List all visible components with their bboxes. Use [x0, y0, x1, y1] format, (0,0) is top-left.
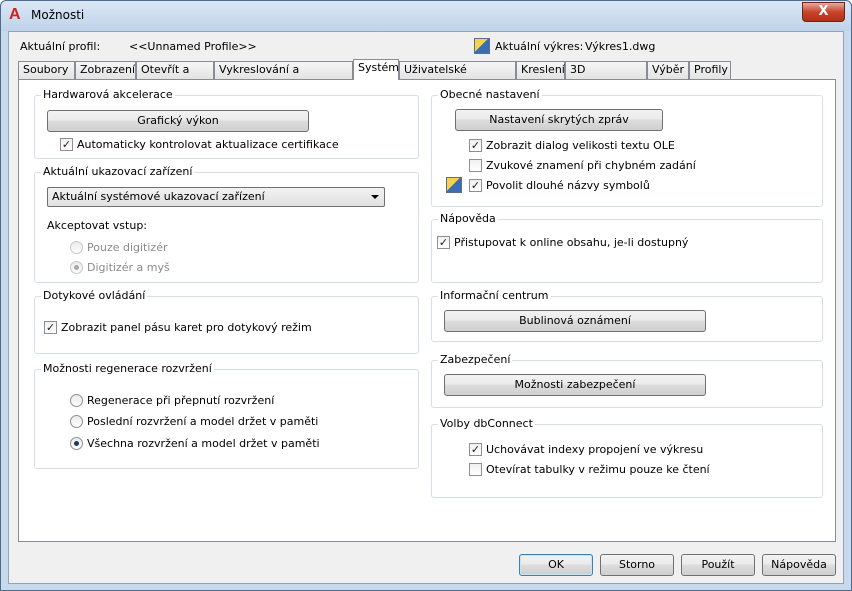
digitizer-only-radio[interactable] [70, 241, 83, 254]
security-title: Zabezpečení [438, 353, 513, 366]
store-link-index-checkbox[interactable]: ✓ [469, 443, 482, 456]
help-button[interactable]: Nápověda [762, 554, 836, 576]
touch-mode-group: Dotykové ovládání ✓ Zobrazit panel pásu … [34, 289, 419, 354]
tab-3d-modeling[interactable]: 3D modelování [565, 61, 647, 92]
balloon-notifications-button[interactable]: Bublinová oznámení [444, 310, 706, 332]
tab-plot-publish[interactable]: Vykreslování a publikování [214, 61, 353, 92]
cache-last-layout-label: Poslední rozvržení a model držet v pamět… [87, 415, 319, 428]
auto-check-certification-label: Automaticky kontrolovat aktualizace cert… [77, 138, 339, 151]
ole-text-size-label: Zobrazit dialog velikosti textu OLE [486, 139, 675, 152]
current-drawing-value: Výkres1.dwg [585, 40, 656, 53]
touch-ribbon-label: Zobrazit panel pásu karet pro dotykový r… [61, 321, 312, 334]
ole-text-size-checkbox[interactable]: ✓ [469, 139, 482, 152]
cancel-button[interactable]: Storno [600, 554, 674, 576]
graphics-performance-button[interactable]: Grafický výkon [47, 110, 309, 132]
info-center-title: Informační centrum [438, 289, 551, 302]
regen-on-switch-radio[interactable] [70, 394, 83, 407]
digitizer-only-label: Pouze digitizér [87, 241, 168, 254]
hardware-acceleration-title: Hardwarová akcelerace [41, 88, 175, 101]
info-center-group: Informační centrum Bublinová oznámení [431, 289, 823, 342]
tab-files[interactable]: Soubory [18, 61, 75, 79]
beep-on-error-label: Zvukové znamení při chybném zadání [486, 159, 696, 172]
store-link-index-label: Uchovávat indexy propojení ve výkresu [486, 443, 704, 456]
long-symbol-names-label: Povolit dlouhé názvy symbolů [486, 179, 650, 192]
apply-button[interactable]: Použít [681, 554, 755, 576]
tab-display[interactable]: Zobrazení [75, 61, 136, 79]
tab-drafting[interactable]: Kreslení [516, 61, 565, 79]
current-profile-value: <<Unnamed Profile>> [129, 40, 257, 53]
auto-check-certification-checkbox[interactable]: ✓ [60, 138, 73, 151]
online-help-checkbox[interactable]: ✓ [437, 236, 450, 249]
read-only-tables-label: Otevírat tabulky v režimu pouze ke čtení [486, 463, 710, 476]
beep-on-error-checkbox[interactable] [469, 159, 482, 172]
chevron-down-icon [371, 195, 379, 199]
help-group: Nápověda ✓ Přistupovat k online obsahu, … [431, 212, 823, 283]
close-button[interactable]: X [802, 2, 845, 22]
pointing-device-select-value: Aktuální systémové ukazovací zařízení [52, 190, 265, 203]
layout-regen-group: Možnosti regenerace rozvržení Regenerace… [34, 362, 419, 469]
window-title: Možnosti [31, 8, 85, 22]
regen-on-switch-label: Regenerace při přepnutí rozvržení [87, 394, 275, 407]
cache-all-layouts-radio[interactable] [70, 437, 83, 450]
digitizer-and-mouse-radio[interactable] [70, 261, 83, 274]
general-options-title: Obecné nastavení [438, 88, 542, 101]
pointing-device-select[interactable]: Aktuální systémové ukazovací zařízení [47, 187, 385, 207]
touch-ribbon-checkbox[interactable]: ✓ [44, 321, 57, 334]
tab-open-save[interactable]: Otevřít a uložit [136, 61, 214, 92]
touch-mode-title: Dotykové ovládání [41, 289, 148, 302]
online-help-label: Přistupovat k online obsahu, je-li dostu… [454, 236, 689, 249]
current-drawing-label: Aktuální výkres: [495, 40, 584, 53]
long-symbol-names-icon [446, 177, 462, 193]
layout-regen-title: Možnosti regenerace rozvržení [41, 362, 214, 375]
system-tab-panel: Hardwarová akcelerace Grafický výkon ✓ A… [18, 79, 836, 542]
accept-input-label: Akceptovat vstup: [47, 219, 148, 232]
long-symbol-names-checkbox[interactable]: ✓ [469, 179, 482, 192]
tab-selection[interactable]: Výběr [647, 61, 689, 79]
current-profile-label: Aktuální profil: [20, 40, 101, 53]
pointing-device-group: Aktuální ukazovací zařízení Aktuální sys… [34, 165, 419, 283]
dialog-client: Aktuální profil: <<Unnamed Profile>> Akt… [8, 31, 844, 584]
title-bar: A Možnosti X [1, 1, 851, 31]
security-group: Zabezpečení Možnosti zabezpečení [431, 353, 823, 408]
hidden-messages-button[interactable]: Nastavení skrytých zpráv [455, 109, 663, 131]
autocad-app-icon: A [9, 6, 21, 23]
tab-user-preferences[interactable]: Uživatelské nastavení [399, 61, 516, 92]
options-dialog: A Možnosti X Aktuální profil: <<Unnamed … [0, 0, 852, 591]
drawing-icon [474, 38, 490, 54]
hardware-acceleration-group: Hardwarová akcelerace Grafický výkon ✓ A… [34, 88, 419, 159]
security-options-button[interactable]: Možnosti zabezpečení [444, 374, 706, 396]
digitizer-and-mouse-label: Digitizér a myš [87, 261, 170, 274]
tab-system[interactable]: Systém [353, 59, 399, 80]
general-options-group: Obecné nastavení Nastavení skrytých zprá… [431, 88, 823, 207]
read-only-tables-checkbox[interactable] [469, 463, 482, 476]
dbconnect-group: Volby dbConnect ✓ Uchovávat indexy propo… [431, 417, 823, 498]
help-title: Nápověda [438, 212, 498, 225]
pointing-device-title: Aktuální ukazovací zařízení [41, 165, 195, 178]
tab-profiles[interactable]: Profily [689, 61, 731, 79]
cache-last-layout-radio[interactable] [70, 415, 83, 428]
ok-button[interactable]: OK [519, 554, 593, 576]
dbconnect-title: Volby dbConnect [438, 417, 535, 430]
cache-all-layouts-label: Všechna rozvržení a model držet v paměti [87, 437, 320, 450]
